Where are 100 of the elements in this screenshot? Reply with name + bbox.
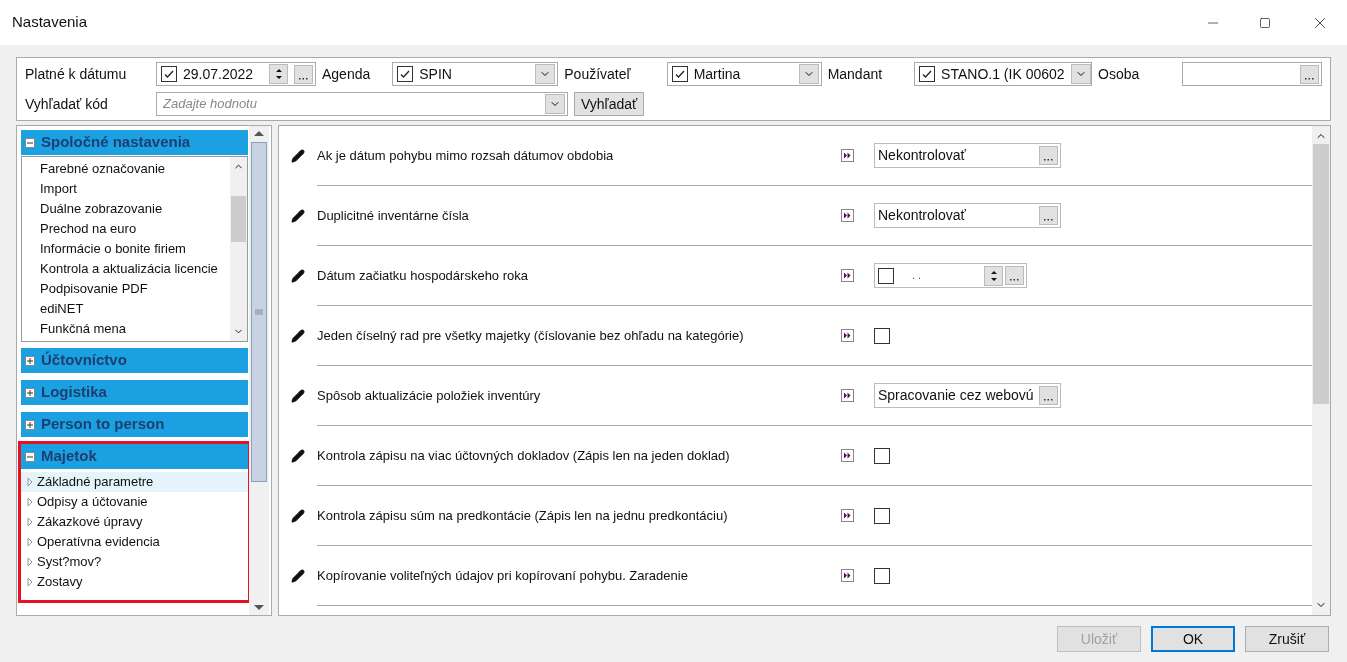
settings-category[interactable]: Základné parametre bbox=[21, 472, 248, 492]
settings-category[interactable]: Import bbox=[22, 179, 230, 199]
edit-icon[interactable] bbox=[291, 149, 305, 163]
settings-category[interactable]: Zákazkové úpravy bbox=[21, 512, 248, 532]
field-label: Mandant bbox=[827, 64, 883, 84]
edit-icon[interactable] bbox=[291, 509, 305, 523]
search-button[interactable]: Vyhľadať bbox=[574, 92, 645, 116]
edit-icon[interactable] bbox=[291, 449, 305, 463]
group-header[interactable]: Logistika bbox=[21, 380, 248, 405]
group-header[interactable]: Person to person bbox=[21, 412, 248, 437]
grip-icon[interactable] bbox=[255, 309, 263, 315]
fast-forward-icon[interactable] bbox=[841, 449, 854, 462]
content-scrollbar[interactable] bbox=[1312, 126, 1330, 615]
field-value: SPIN bbox=[419, 64, 453, 84]
group-header[interactable]: Majetok bbox=[21, 444, 248, 469]
group-title: Majetok bbox=[41, 446, 97, 467]
ellipsis-button[interactable] bbox=[1039, 206, 1058, 225]
value-field[interactable]: Nekontrolovať bbox=[874, 143, 1061, 168]
setting-label: Ak je dátum pohybu mimo rozsah dátumov obdobia bbox=[317, 146, 615, 165]
checkbox[interactable] bbox=[397, 66, 414, 82]
combo-field[interactable]: STANO.1 (IK 00602 bbox=[914, 62, 1093, 86]
fast-forward-icon[interactable] bbox=[841, 269, 854, 282]
fast-forward-icon[interactable] bbox=[841, 569, 854, 582]
checkbox[interactable] bbox=[874, 507, 890, 524]
checkbox[interactable] bbox=[874, 327, 890, 344]
expand-icon[interactable] bbox=[25, 387, 35, 398]
group-header[interactable]: Účtovníctvo bbox=[21, 348, 248, 373]
setting-label: Kontrola zápisu súm na predkontácie (Zápis len na jednu predkontáciu) bbox=[317, 506, 729, 525]
combo-field[interactable]: SPIN bbox=[392, 62, 559, 86]
ellipsis-button[interactable] bbox=[1039, 146, 1058, 165]
settings-category[interactable]: Podpisovanie PDF bbox=[22, 279, 230, 299]
settings-category[interactable]: Duálne zobrazovanie bbox=[22, 199, 230, 219]
setting-label: Jeden číselný rad pre všetky majetky (číslovanie bez ohľadu na kategórie) bbox=[317, 326, 745, 345]
value-field[interactable]: Nekontrolovať bbox=[874, 203, 1061, 228]
scrollbar-thumb[interactable] bbox=[231, 196, 246, 242]
ellipsis-button[interactable] bbox=[294, 64, 313, 84]
spinner-icon[interactable] bbox=[984, 265, 1003, 286]
checkbox[interactable] bbox=[919, 66, 936, 82]
field-label: Platné k dátumu bbox=[25, 66, 127, 82]
dropdown-button[interactable] bbox=[1070, 64, 1091, 84]
fast-forward-icon[interactable] bbox=[841, 149, 854, 162]
edit-icon[interactable] bbox=[291, 209, 305, 223]
checkbox[interactable] bbox=[874, 567, 890, 584]
fast-forward-icon[interactable] bbox=[841, 389, 854, 402]
dropdown-button[interactable] bbox=[535, 64, 556, 84]
setting-label: Duplicitné inventárne čísla bbox=[317, 206, 470, 225]
fast-forward-icon[interactable] bbox=[841, 209, 854, 222]
sidebar-scrollbar[interactable] bbox=[249, 126, 269, 615]
checkmark-icon bbox=[399, 68, 412, 80]
combo-field[interactable]: Martina bbox=[666, 62, 822, 86]
spinner-icon[interactable] bbox=[269, 64, 288, 84]
checkbox[interactable] bbox=[161, 66, 177, 82]
scroll-down-icon[interactable] bbox=[254, 605, 264, 611]
group-title: Spoločné nastavenia bbox=[41, 132, 191, 153]
person-field[interactable] bbox=[1182, 62, 1322, 86]
fast-forward-icon[interactable] bbox=[841, 509, 854, 522]
ellipsis-button[interactable] bbox=[1300, 64, 1319, 84]
checkbox[interactable] bbox=[671, 66, 688, 82]
field-value: Martina bbox=[693, 64, 742, 84]
settings-category[interactable]: ediNET bbox=[22, 299, 230, 319]
settings-category[interactable]: Operatívna evidencia bbox=[21, 532, 248, 552]
settings-category[interactable]: Informácie o bonite firiem bbox=[22, 239, 230, 259]
group-title: Účtovníctvo bbox=[41, 350, 127, 371]
settings-category[interactable]: Odpisy a účtovanie bbox=[21, 492, 248, 512]
dialog-button[interactable]: Zrušiť bbox=[1245, 626, 1329, 652]
collapse-icon[interactable] bbox=[25, 451, 35, 462]
expand-icon[interactable] bbox=[25, 419, 35, 430]
dialog-button[interactable]: OK bbox=[1151, 626, 1235, 652]
collapse-icon[interactable] bbox=[25, 137, 35, 148]
date-field[interactable]: 29.07.2022 bbox=[156, 62, 316, 86]
search-combo[interactable]: Zadajte hodnotu bbox=[156, 92, 568, 116]
dropdown-button[interactable] bbox=[545, 94, 565, 114]
expand-icon[interactable] bbox=[25, 355, 35, 366]
ellipsis-button[interactable] bbox=[1039, 386, 1058, 405]
fast-forward-icon[interactable] bbox=[841, 329, 854, 342]
settings-category[interactable]: Funkčná mena bbox=[22, 319, 230, 339]
checkbox[interactable] bbox=[878, 267, 894, 284]
edit-icon[interactable] bbox=[291, 569, 305, 583]
setting-label: Dátum začiatku hospodárskeho roka bbox=[317, 266, 529, 285]
group-header[interactable]: Spoločné nastavenia bbox=[21, 130, 248, 155]
field-value: STANO.1 (IK 00602 bbox=[941, 64, 1065, 84]
edit-icon[interactable] bbox=[291, 389, 305, 403]
date-field[interactable]: . . bbox=[874, 263, 1027, 288]
value-field[interactable]: Spracovanie cez webovú bbox=[874, 383, 1061, 408]
dropdown-button[interactable] bbox=[798, 64, 819, 84]
settings-category[interactable]: Syst?mov? bbox=[21, 552, 248, 572]
settings-category[interactable]: Farebné označovanie bbox=[22, 159, 230, 179]
field-label: Vyhľadať kód bbox=[25, 96, 108, 112]
list-scrollbar[interactable] bbox=[230, 157, 247, 341]
search-field[interactable]: Zadajte hodnotu bbox=[163, 94, 545, 114]
checkbox[interactable] bbox=[874, 447, 890, 464]
edit-icon[interactable] bbox=[291, 329, 305, 343]
maximize-icon[interactable] bbox=[1259, 16, 1271, 29]
edit-icon[interactable] bbox=[291, 269, 305, 283]
settings-category[interactable]: Prechod na euro bbox=[22, 219, 230, 239]
scrollbar-thumb[interactable] bbox=[1313, 144, 1329, 404]
settings-category[interactable]: Zostavy bbox=[21, 572, 248, 592]
setting-label: Kopírovanie voliteľných údajov pri kopírovaní pohybu. Zaradenie bbox=[317, 566, 689, 585]
settings-category[interactable]: Kontrola a aktualizácia licencie bbox=[22, 259, 230, 279]
scroll-up-icon[interactable] bbox=[254, 130, 264, 136]
